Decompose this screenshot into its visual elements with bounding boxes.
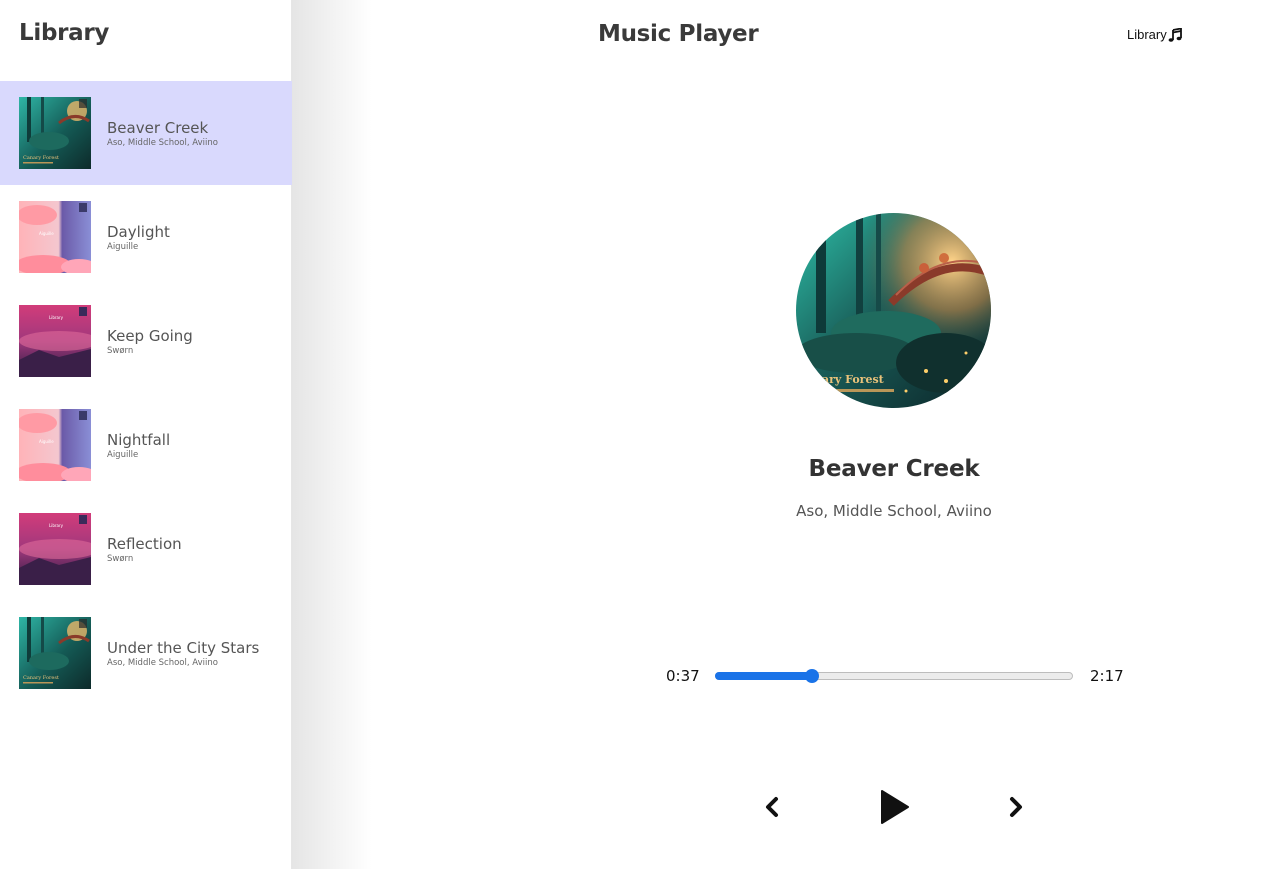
song-artist: Aiguille (107, 449, 139, 460)
total-time: 2:17 (1090, 667, 1124, 685)
progress-thumb[interactable] (805, 669, 820, 683)
music-player-app: Library Canary Forest Beaver Creek Aso, … (0, 0, 1264, 869)
song-artist: Swørn (107, 553, 134, 564)
library-sidebar: Library Canary Forest Beaver Creek Aso, … (0, 0, 292, 869)
album-cover: Aiguille (19, 201, 91, 273)
song-title: Under the City Stars (107, 638, 260, 657)
chevron-left-icon (766, 797, 778, 817)
song-artist: Aiguille (107, 241, 139, 252)
now-playing-title: Beaver Creek (808, 456, 980, 482)
sidebar-shadow (292, 0, 372, 869)
svg-text:Library: Library (49, 315, 64, 320)
album-cover: Library (19, 513, 91, 585)
library-button-label: Library (1127, 27, 1167, 42)
song-title: Nightfall (107, 430, 171, 449)
chevron-right-icon (1010, 797, 1022, 817)
song-title: Reflection (107, 534, 182, 553)
album-cover: Aiguille (19, 409, 91, 481)
svg-text:Aiguille: Aiguille (39, 439, 54, 444)
library-toggle-button[interactable]: Library (1127, 27, 1182, 42)
album-cover: Canary Forest (19, 97, 91, 169)
song-artist: Aso, Middle School, Aviino (107, 137, 218, 148)
library-title: Library (19, 20, 110, 46)
song-item[interactable]: Library Keep Going Swørn (0, 289, 292, 393)
svg-text:Library: Library (49, 523, 64, 528)
song-item[interactable]: Library Reflection Swørn (0, 497, 292, 601)
now-playing-artist: Aso, Middle School, Aviino (796, 502, 992, 520)
svg-text:Canary Forest: Canary Forest (23, 155, 59, 161)
song-list: Canary Forest Beaver Creek Aso, Middle S… (0, 81, 292, 705)
song-title: Keep Going (107, 326, 193, 345)
progress-fill (715, 672, 813, 680)
music-note-icon (1168, 27, 1182, 42)
album-cover: Canary Forest (19, 617, 91, 689)
play-button[interactable] (874, 788, 914, 826)
page-title: Music Player (598, 21, 759, 47)
song-artist: Swørn (107, 345, 134, 356)
song-artist: Aso, Middle School, Aviino (107, 657, 218, 668)
current-time: 0:37 (666, 667, 700, 685)
play-icon (881, 790, 909, 824)
song-item[interactable]: Canary Forest Under the City Stars Aso, … (0, 601, 292, 705)
song-title: Beaver Creek (107, 118, 209, 137)
album-art-text: nary Forest (814, 373, 885, 386)
progress-slider[interactable] (715, 669, 1073, 683)
album-cover: Library (19, 305, 91, 377)
svg-text:Canary Forest: Canary Forest (23, 675, 59, 681)
song-item[interactable]: Aiguille Nightfall Aiguille (0, 393, 292, 497)
album-art: nary Forest (796, 213, 991, 408)
song-item[interactable]: Aiguille Daylight Aiguille (0, 185, 292, 289)
previous-button[interactable] (758, 792, 786, 822)
svg-text:Aiguille: Aiguille (39, 231, 54, 236)
song-title: Daylight (107, 222, 170, 241)
song-item[interactable]: Canary Forest Beaver Creek Aso, Middle S… (0, 81, 292, 185)
next-button[interactable] (1002, 792, 1030, 822)
